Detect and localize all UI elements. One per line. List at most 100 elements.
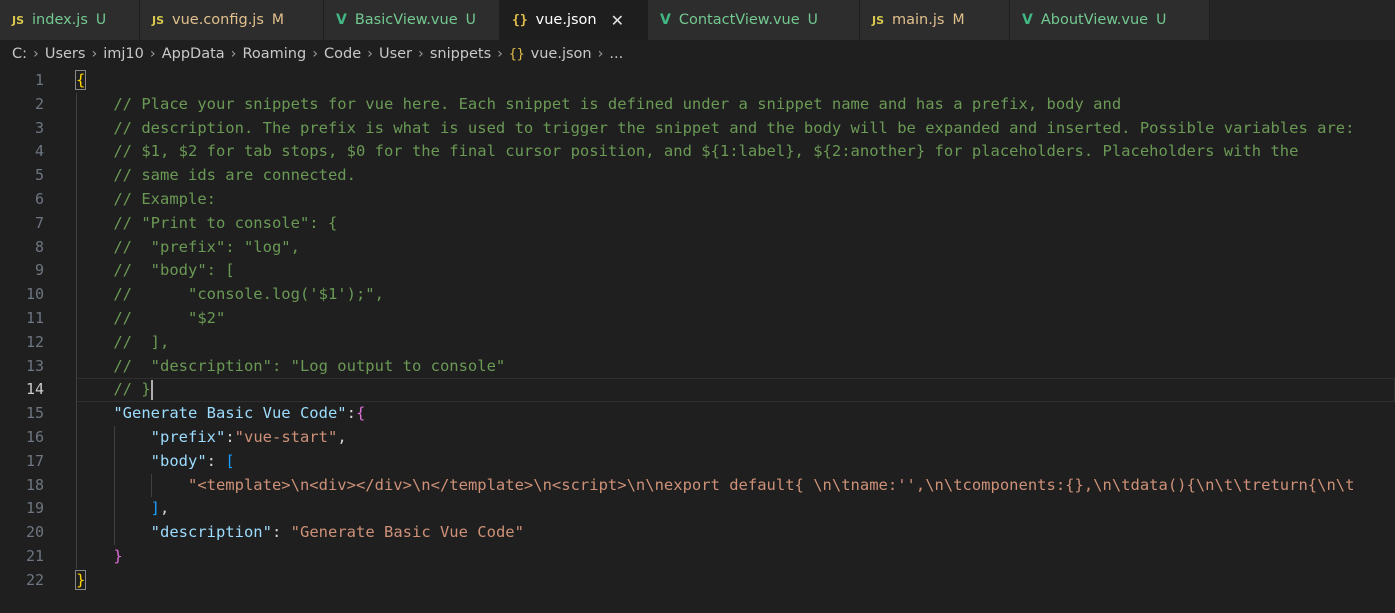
tab-label: ContactView.vue — [678, 12, 800, 28]
line-text: "<template>\n<div></div>\n</template>\n<… — [187, 475, 1355, 494]
code-line[interactable]: 19 ], — [0, 497, 1395, 521]
line-text: "description": "Generate Basic Vue Code" — [150, 523, 524, 542]
breadcrumb-segment[interactable]: imj10 — [103, 46, 144, 62]
chevron-right-icon: › — [597, 46, 604, 62]
code-line[interactable]: 10 // "console.log('$1');", — [0, 283, 1395, 307]
line-text: // "body": [ — [113, 261, 235, 280]
line-number: 12 — [25, 332, 44, 351]
line-text: } — [113, 547, 123, 565]
code-line[interactable]: 11 // "$2" — [0, 307, 1395, 331]
line-text: "body": [ — [150, 451, 235, 470]
line-number: 11 — [25, 309, 44, 327]
code-line[interactable]: 13 // "description": "Log output to cons… — [0, 355, 1395, 379]
tab-label: vue.json — [535, 12, 597, 28]
breadcrumb-segment[interactable]: Code — [324, 46, 361, 62]
javascript-file-icon: JS — [12, 13, 25, 27]
git-status-badge: M — [271, 12, 284, 28]
code-line[interactable]: 2 // Place your snippets for vue here. E… — [0, 93, 1395, 117]
breadcrumb-segment[interactable]: Users — [45, 46, 86, 62]
indent-guide — [113, 426, 115, 545]
breadcrumb-segment[interactable]: C: — [12, 46, 27, 62]
code-line[interactable]: 17 "body": [ — [0, 450, 1395, 474]
current-line-highlight — [76, 378, 1395, 403]
git-status-badge: U — [465, 12, 476, 28]
line-text: // description. The prefix is what is us… — [113, 118, 1355, 137]
tab-label: BasicView.vue — [354, 12, 458, 28]
code-line[interactable]: 4 // $1, $2 for tab stops, $0 for the fi… — [0, 140, 1395, 164]
line-text: // } — [113, 379, 153, 400]
code-line[interactable]: 3 // description. The prefix is what is … — [0, 117, 1395, 141]
json-file-icon: {} — [512, 12, 528, 28]
code-editor[interactable]: 1{2 // Place your snippets for vue here.… — [0, 68, 1395, 613]
tab-vue-json[interactable]: {} vue.json ✕ — [500, 0, 648, 40]
code-line[interactable]: 21 } — [0, 545, 1395, 569]
tab-vue-config-js[interactable]: JS vue.config.js M — [140, 0, 324, 40]
code-line[interactable]: 15 "Generate Basic Vue Code":{ — [0, 402, 1395, 426]
line-number: 13 — [25, 356, 44, 375]
line-number: 22 — [25, 570, 44, 589]
line-number: 16 — [25, 428, 44, 446]
javascript-file-icon: JS — [872, 13, 885, 27]
line-text: ], — [150, 499, 170, 518]
tab-bar: JS index.js U JS vue.config.js M V BasicView.vu… — [0, 0, 1395, 40]
line-number: 1 — [34, 71, 44, 89]
line-number: 21 — [25, 547, 44, 565]
git-status-badge: U — [1156, 12, 1167, 28]
line-text: // ], — [113, 332, 170, 351]
vue-file-icon: V — [1022, 12, 1033, 28]
breadcrumb-segment[interactable]: AppData — [162, 46, 225, 62]
git-status-badge: U — [95, 12, 107, 28]
code-line[interactable]: 12 // ], — [0, 331, 1395, 355]
code-line[interactable]: 5 // same ids are connected. — [0, 164, 1395, 188]
breadcrumb-segment[interactable]: User — [379, 46, 412, 62]
git-status-badge: M — [952, 12, 965, 28]
line-text: // Place your snippets for vue here. Eac… — [113, 94, 1122, 113]
tab-aboutview-vue[interactable]: V AboutView.vue U — [1010, 0, 1210, 40]
vue-file-icon: V — [660, 12, 671, 28]
breadcrumb-more[interactable]: ... — [609, 46, 623, 62]
line-number: 19 — [25, 499, 44, 518]
chevron-right-icon: › — [230, 46, 237, 62]
tab-main-js[interactable]: JS main.js M — [860, 0, 1010, 40]
javascript-file-icon: JS — [152, 13, 165, 27]
code-line[interactable]: 18 "<template>\n<div></div>\n</template>… — [0, 474, 1395, 498]
chevron-right-icon: › — [418, 46, 424, 62]
json-file-icon: {} — [508, 46, 525, 62]
chevron-right-icon: › — [91, 46, 98, 62]
breadcrumb-segment[interactable]: Roaming — [242, 46, 306, 62]
tab-index-js[interactable]: JS index.js U — [0, 0, 140, 40]
chevron-right-icon: › — [497, 46, 503, 62]
code-line[interactable]: 9 // "body": [ — [0, 259, 1395, 283]
close-icon[interactable]: ✕ — [611, 11, 624, 30]
line-text: // $1, $2 for tab stops, $0 for the fina… — [113, 142, 1299, 161]
line-number: 14 — [25, 380, 44, 399]
line-text: // "Print to console": { — [113, 213, 338, 232]
line-number: 5 — [34, 166, 44, 185]
line-text: // "prefix": "log", — [113, 237, 300, 256]
code-line[interactable]: 8 // "prefix": "log", — [0, 236, 1395, 260]
indent-guide — [151, 473, 153, 498]
code-line[interactable]: 22} — [0, 569, 1395, 593]
line-number: 8 — [34, 237, 44, 256]
breadcrumb: C: › Users › imj10 › AppData › Roaming › Code › User… — [0, 40, 1395, 68]
tab-label: index.js — [32, 12, 88, 28]
tab-basicview-vue[interactable]: V BasicView.vue U — [324, 0, 500, 40]
chevron-right-icon: › — [33, 46, 39, 62]
code-line[interactable]: 16 "prefix":"vue-start", — [0, 426, 1395, 450]
line-text: } — [74, 569, 87, 590]
code-line[interactable]: 14 // } — [0, 378, 1395, 403]
line-number: 6 — [34, 190, 44, 208]
code-line[interactable]: 6 // Example: — [0, 188, 1395, 212]
chevron-right-icon: › — [367, 46, 373, 62]
line-number: 18 — [25, 475, 44, 494]
breadcrumb-segment[interactable]: snippets — [430, 46, 491, 62]
tab-contactview-vue[interactable]: V ContactView.vue U — [648, 0, 860, 40]
line-text: { — [74, 70, 87, 90]
line-text: // same ids are connected. — [113, 166, 356, 185]
code-line[interactable]: 7 // "Print to console": { — [0, 212, 1395, 236]
tab-label: main.js — [892, 12, 945, 28]
code-line[interactable]: 20 "description": "Generate Basic Vue Co… — [0, 521, 1395, 545]
breadcrumb-file[interactable]: vue.json — [531, 46, 592, 62]
code-line[interactable]: 1{ — [0, 69, 1395, 93]
line-number: 9 — [34, 261, 44, 280]
